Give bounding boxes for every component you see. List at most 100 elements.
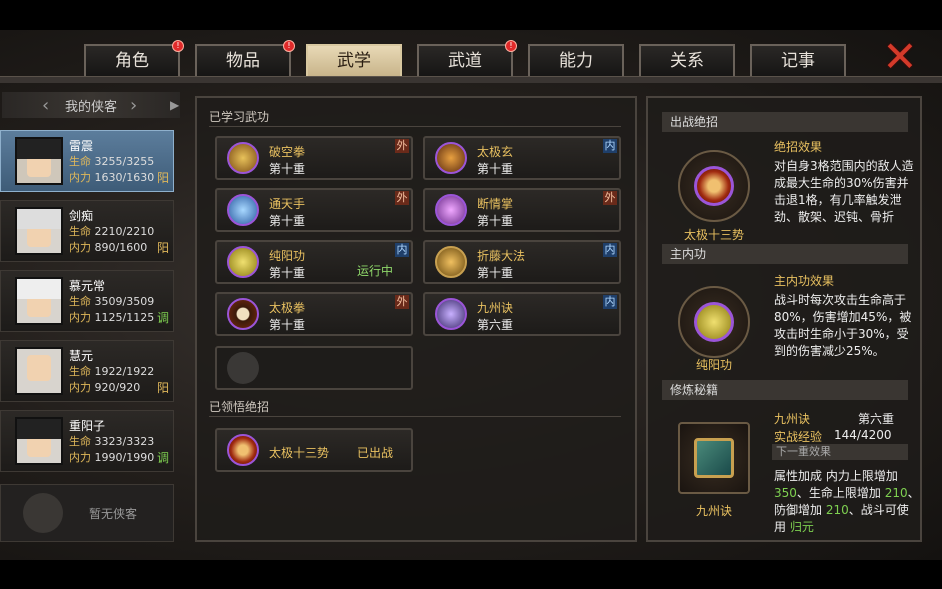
skill-card[interactable]: 断情掌 第十重 外 <box>423 188 621 232</box>
empty-avatar-icon <box>23 493 63 533</box>
skill-type-badge: 外 <box>395 139 409 153</box>
tab-label: 武道 <box>448 51 482 71</box>
skill-type-badge: 内 <box>603 295 617 309</box>
hp-label: 生命 <box>69 365 91 378</box>
skill-type-badge: 外 <box>395 295 409 309</box>
next-level-bar: 下一重效果 <box>772 444 908 460</box>
tab-label: 记事 <box>781 51 815 71</box>
attr-label: 、生命上限增加 <box>796 486 881 500</box>
mp-label: 内力 <box>69 381 91 394</box>
taiji-ultimate-large-icon[interactable] <box>678 150 750 222</box>
attr-value: 350 <box>774 486 797 500</box>
inner-effect-text: 战斗时每次攻击生命高于80%，伤害增加45%，被攻击时生命小于30%，受到的伤害… <box>774 293 912 358</box>
mp-value: 1125/1125 <box>94 311 155 324</box>
hp-value: 2210/2210 <box>94 225 155 238</box>
yin-yang-badge: 调 <box>156 311 169 325</box>
book-next-effect: 属性加成 内力上限增加 350、生命上限增加 210、防御增加 210、战斗可使… <box>774 468 920 536</box>
book-name: 九州诀 <box>774 412 811 426</box>
tab-divider <box>0 76 942 83</box>
book-large-icon[interactable] <box>678 422 750 494</box>
ice-hand-skill-icon <box>227 194 259 226</box>
mp-label: 内力 <box>69 241 91 254</box>
hero-card[interactable]: 慧元 生命 1922/1922 内力 920/920 阳 <box>0 340 174 402</box>
tab-label: 关系 <box>670 51 704 71</box>
yin-yang-badge: 阳 <box>156 241 169 255</box>
avatar <box>15 347 63 395</box>
roster-header: ‹ 我的侠客 › ▶ <box>2 92 180 118</box>
ultimate-card[interactable]: 太极十三势 已出战 <box>215 428 413 472</box>
notification-dot-icon: ! <box>172 40 184 52</box>
running-status: 运行中 <box>356 264 393 278</box>
hero-card[interactable]: 雷震 生命 3255/3255 内力 1630/1630 阳 <box>0 130 174 192</box>
hp-value: 3323/3323 <box>94 435 155 448</box>
chevron-right-icon[interactable]: › <box>130 95 137 116</box>
tab-label: 物品 <box>226 51 260 71</box>
notification-dot-icon: ! <box>505 40 517 52</box>
hero-card[interactable]: 剑痴 生命 2210/2210 内力 890/1600 阳 <box>0 200 174 262</box>
ultimate-section-title: 已领悟绝招 <box>209 400 270 414</box>
ultimate-name: 太极十三势 <box>269 446 330 460</box>
skill-level: 第十重 <box>477 214 514 228</box>
hp-label: 生命 <box>69 225 91 238</box>
taiji-skill-icon <box>227 298 259 330</box>
skill-type-badge: 外 <box>603 191 617 205</box>
tab-relations[interactable]: 关系 <box>639 44 735 76</box>
empty-hero-label: 暂无侠客 <box>89 507 138 521</box>
arrow-right-icon[interactable]: ▶ <box>170 98 179 112</box>
learned-section-title: 已学习武功 <box>209 110 270 124</box>
skill-card[interactable]: 折藤大法 第十重 内 <box>423 240 621 284</box>
taiji-ultimate-icon <box>227 434 259 466</box>
skill-card[interactable]: 通天手 第十重 外 <box>215 188 413 232</box>
section-divider <box>209 416 621 417</box>
sun-inner-large-icon[interactable] <box>678 286 750 358</box>
sun-skill-icon <box>227 246 259 278</box>
battle-icon-label: 太极十三势 <box>683 228 744 242</box>
battle-ultimate-header: 出战绝招 <box>662 112 908 132</box>
mp-value: 1990/1990 <box>94 451 155 464</box>
inner-icon-label: 纯阳功 <box>695 358 732 372</box>
skill-card[interactable]: 太极玄 第十重 内 <box>423 136 621 180</box>
skill-card[interactable]: 纯阳功 第十重 内 运行中 <box>215 240 413 284</box>
skill-level: 第六重 <box>477 318 514 332</box>
tab-martial-arts[interactable]: 武学 <box>306 44 402 76</box>
skill-level: 第十重 <box>477 266 514 280</box>
lotus-skill-icon <box>435 246 467 278</box>
attr-value: 210 <box>825 503 849 517</box>
skill-card[interactable]: 九州诀 第六重 内 <box>423 292 621 336</box>
yin-yang-badge: 阳 <box>156 171 169 185</box>
hero-card[interactable]: 重阳子 生命 3323/3323 内力 1990/1990 调 <box>0 410 174 472</box>
skill-name: 纯阳功 <box>269 249 306 263</box>
hp-label: 生命 <box>69 435 91 448</box>
skill-card[interactable]: 太极拳 第十重 外 <box>215 292 413 336</box>
inner-skill-header: 主内功 <box>662 244 908 264</box>
tab-items[interactable]: 物品! <box>195 40 295 76</box>
hp-value: 3509/3509 <box>94 295 155 308</box>
tab-journal[interactable]: 记事 <box>750 44 846 76</box>
skill-name: 破空拳 <box>269 145 306 159</box>
tab-ability[interactable]: 能力 <box>528 44 624 76</box>
hp-label: 生命 <box>69 295 91 308</box>
inner-effect-title: 主内功效果 <box>774 274 835 288</box>
yin-yang-badge: 调 <box>156 451 169 465</box>
skill-type-badge: 内 <box>603 243 617 257</box>
skill-type-badge: 内 <box>395 243 409 257</box>
empty-hero-slot[interactable]: 暂无侠客 <box>0 484 174 542</box>
scroll-skill-icon <box>435 298 467 330</box>
martial-arts-panel: 已学习武功 破空拳 第十重 外 太极玄 第十重 内 通天手 第十重 外 断情掌 … <box>195 96 637 542</box>
skill-card[interactable]: 破空拳 第十重 外 <box>215 136 413 180</box>
tab-wudao[interactable]: 武道! <box>417 40 517 76</box>
attr-label: 属性加成 内力上限增加 <box>774 469 898 483</box>
hero-name: 重阳子 <box>69 419 106 433</box>
palm-skill-icon <box>435 194 467 226</box>
attr-value: 归元 <box>789 520 814 534</box>
avatar <box>15 277 63 325</box>
hero-card[interactable]: 慕元常 生命 3509/3509 内力 1125/1125 调 <box>0 270 174 332</box>
skill-name: 断情掌 <box>477 197 514 211</box>
detail-panel: 出战绝招 太极十三势 绝招效果 对自身3格范围内的敌人造成最大生命的30%伤害并… <box>646 96 922 542</box>
close-icon[interactable]: ✕ <box>882 36 918 78</box>
empty-skill-slot[interactable] <box>215 346 413 390</box>
ultimate-effect-text: 对自身3格范围内的敌人造成最大生命的30%伤害并击退1格，有几率触发泄劲、散架、… <box>774 159 914 224</box>
book-header: 修炼秘籍 <box>662 380 908 400</box>
tab-role[interactable]: 角色! <box>84 40 184 76</box>
tab-label: 能力 <box>559 51 593 71</box>
